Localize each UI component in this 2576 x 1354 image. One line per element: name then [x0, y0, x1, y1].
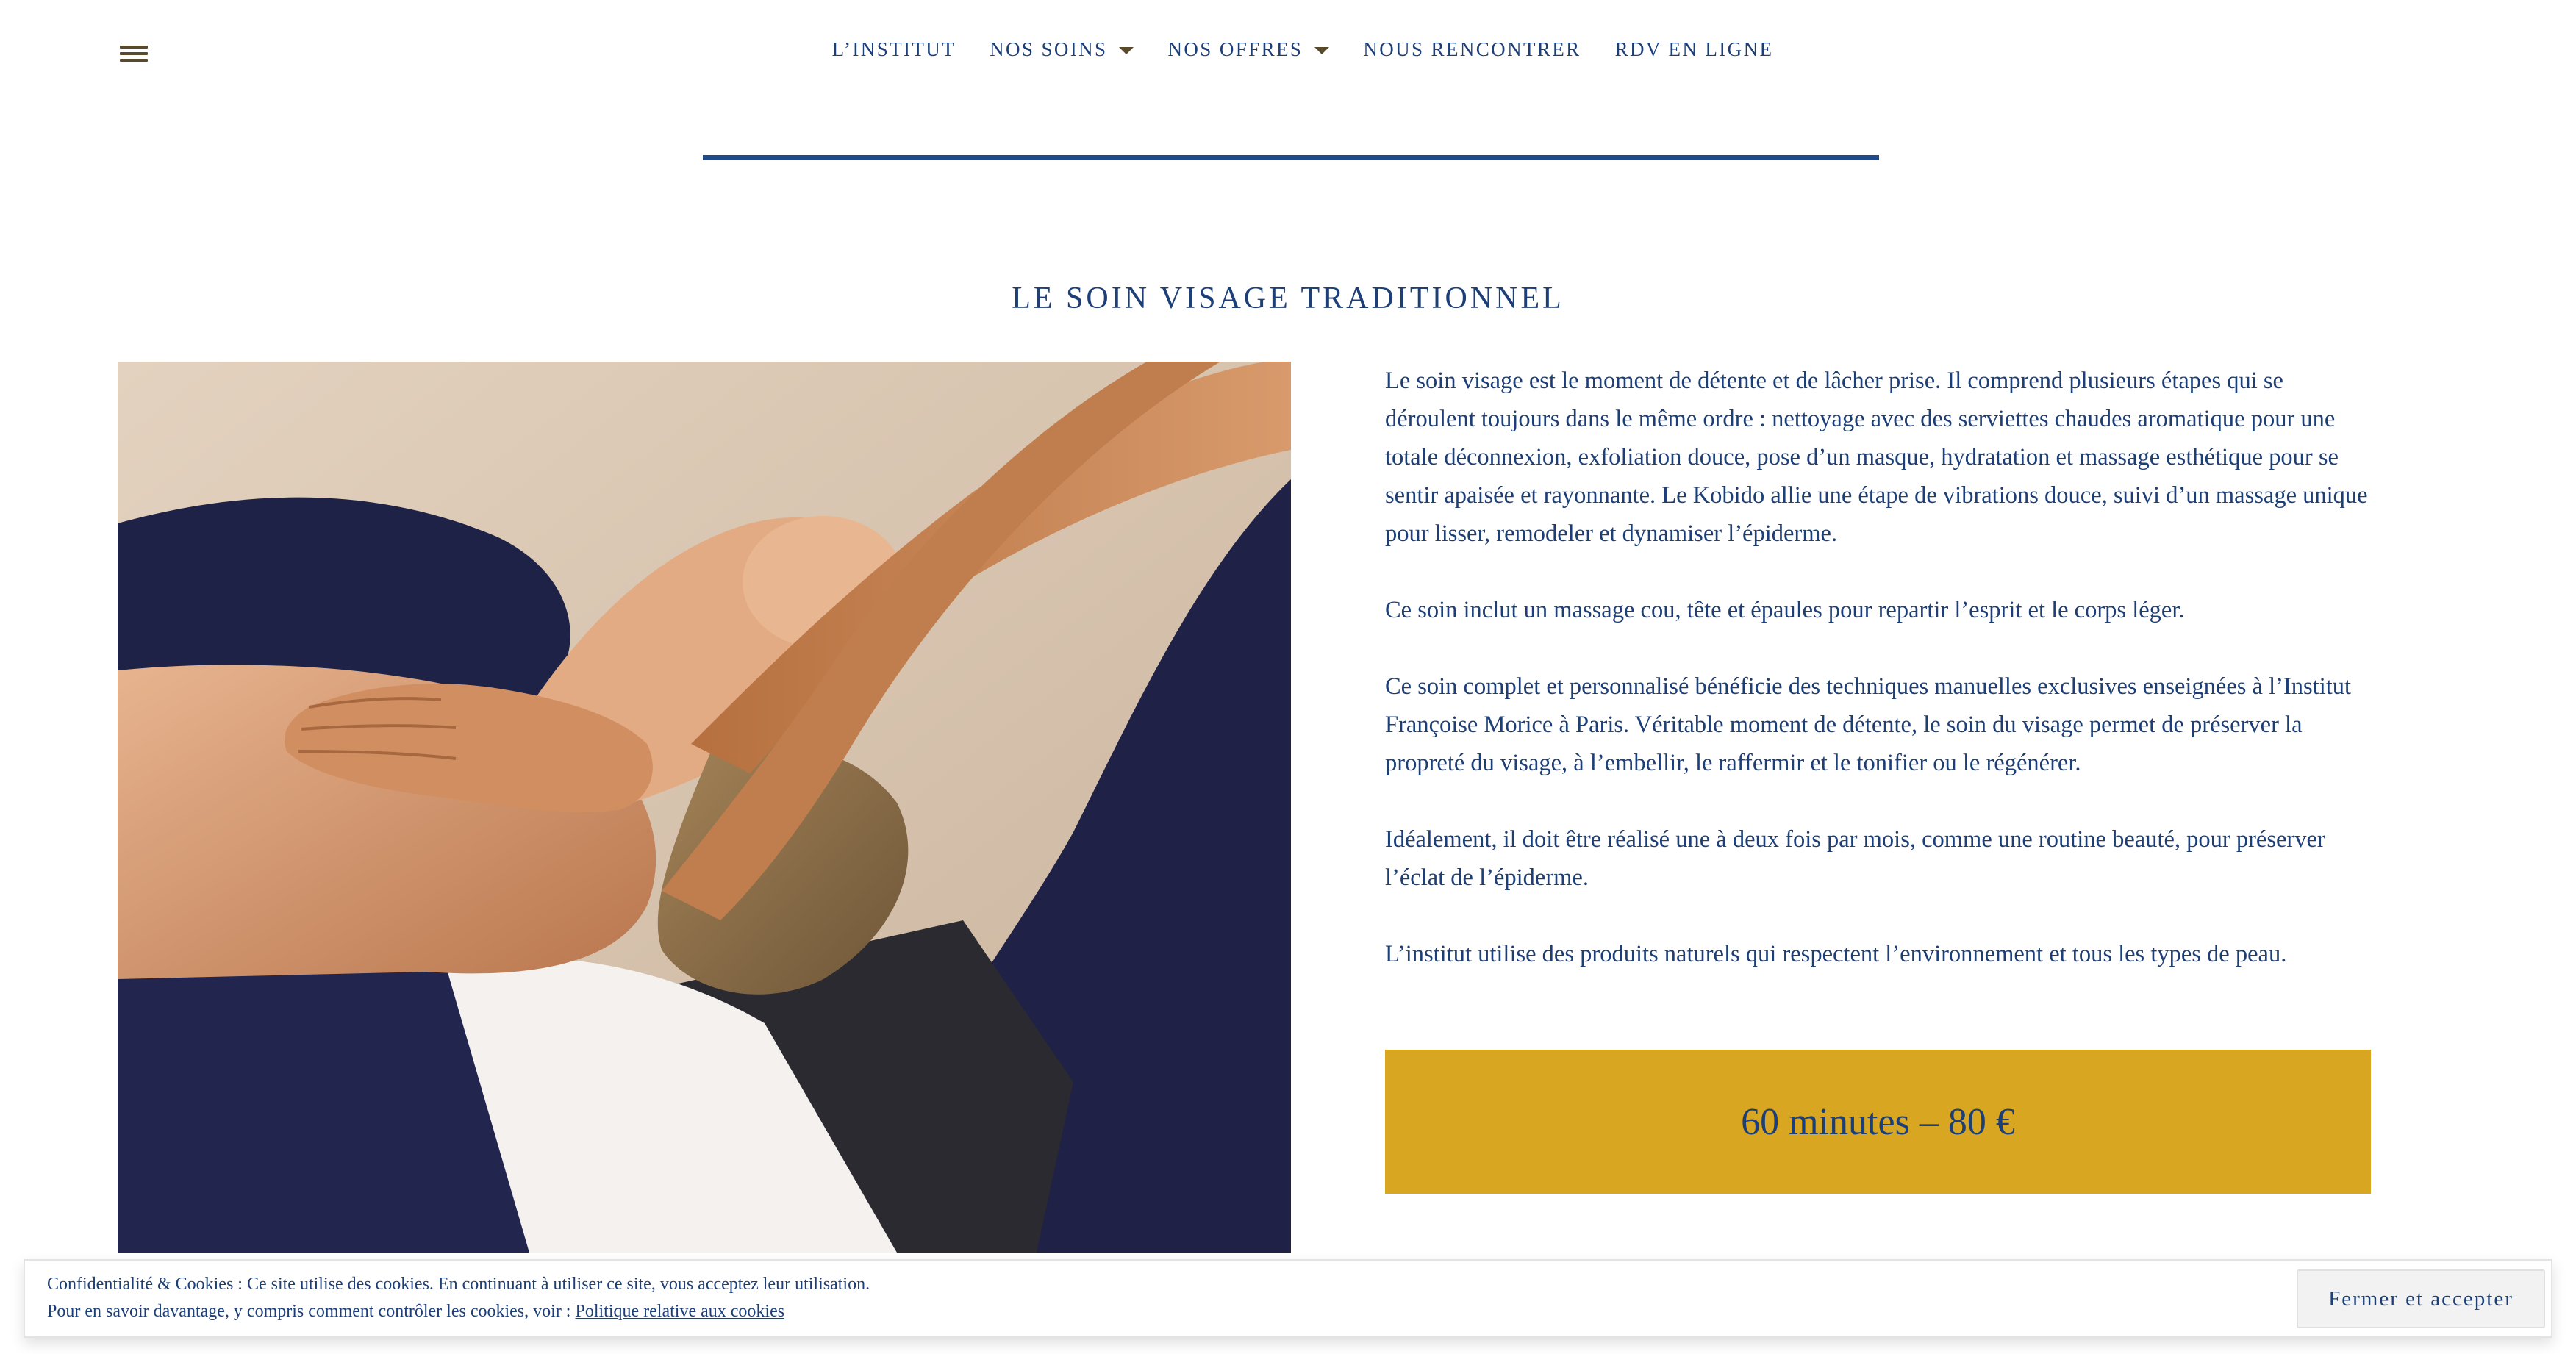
description-paragraph: Idéalement, il doit être réalisé une à d…: [1385, 826, 2325, 891]
description-paragraph: Le soin visage est le moment de détente …: [1385, 368, 2368, 547]
caret-down-icon: [1314, 46, 1330, 54]
description-text: Le soin visage est le moment de détente …: [1385, 362, 2374, 1011]
description-paragraph: Ce soin inclut un massage cou, tête et é…: [1385, 597, 2185, 623]
caret-down-icon: [1119, 46, 1134, 54]
main-navigation: L’INSTITUT NOS SOINS NOS OFFRES NOUS REN…: [0, 38, 2576, 61]
nav-item-label: NOS OFFRES: [1167, 38, 1303, 60]
nav-item-institut[interactable]: L’INSTITUT: [832, 38, 956, 61]
cookie-notice-text: Confidentialité & Cookies : Ce site util…: [47, 1271, 870, 1325]
nav-item-label: RDV EN LIGNE: [1614, 38, 1774, 60]
header-divider: [703, 155, 1879, 160]
description-paragraph: L’institut utilise des produits naturels…: [1385, 941, 2287, 967]
nav-item-rdv-en-ligne[interactable]: RDV EN LIGNE: [1615, 38, 1774, 61]
nav-item-label: L’INSTITUT: [831, 38, 956, 60]
nav-item-label: NOUS RENCONTRER: [1363, 38, 1581, 60]
cookie-policy-link[interactable]: Politique relative aux cookies: [575, 1302, 784, 1321]
price-banner: 60 minutes – 80 €: [1385, 1050, 2371, 1194]
cookie-notice-line2: Pour en savoir davantage, y compris comm…: [47, 1298, 870, 1325]
nav-item-label: NOS SOINS: [990, 38, 1108, 60]
site-header: L’INSTITUT NOS SOINS NOS OFFRES NOUS REN…: [0, 0, 2576, 160]
nav-item-nous-rencontrer[interactable]: NOUS RENCONTRER: [1363, 38, 1581, 61]
description-paragraph: Ce soin complet et personnalisé bénéfici…: [1385, 673, 2352, 776]
cookie-notice-line1: Confidentialité & Cookies : Ce site util…: [47, 1275, 870, 1294]
page-title: LE SOIN VISAGE TRADITIONNEL: [1012, 282, 1564, 315]
nav-item-nos-offres[interactable]: NOS OFFRES: [1167, 38, 1330, 61]
price-label: 60 minutes – 80 €: [1741, 1100, 2015, 1143]
facial-massage-photo: [118, 362, 1291, 1253]
nav-item-nos-soins[interactable]: NOS SOINS: [990, 38, 1134, 61]
cookie-banner: Confidentialité & Cookies : Ce site util…: [24, 1259, 2552, 1338]
cookie-notice-prefix: Pour en savoir davantage, y compris comm…: [47, 1302, 576, 1321]
accept-cookies-button[interactable]: Fermer et accepter: [2297, 1269, 2545, 1328]
